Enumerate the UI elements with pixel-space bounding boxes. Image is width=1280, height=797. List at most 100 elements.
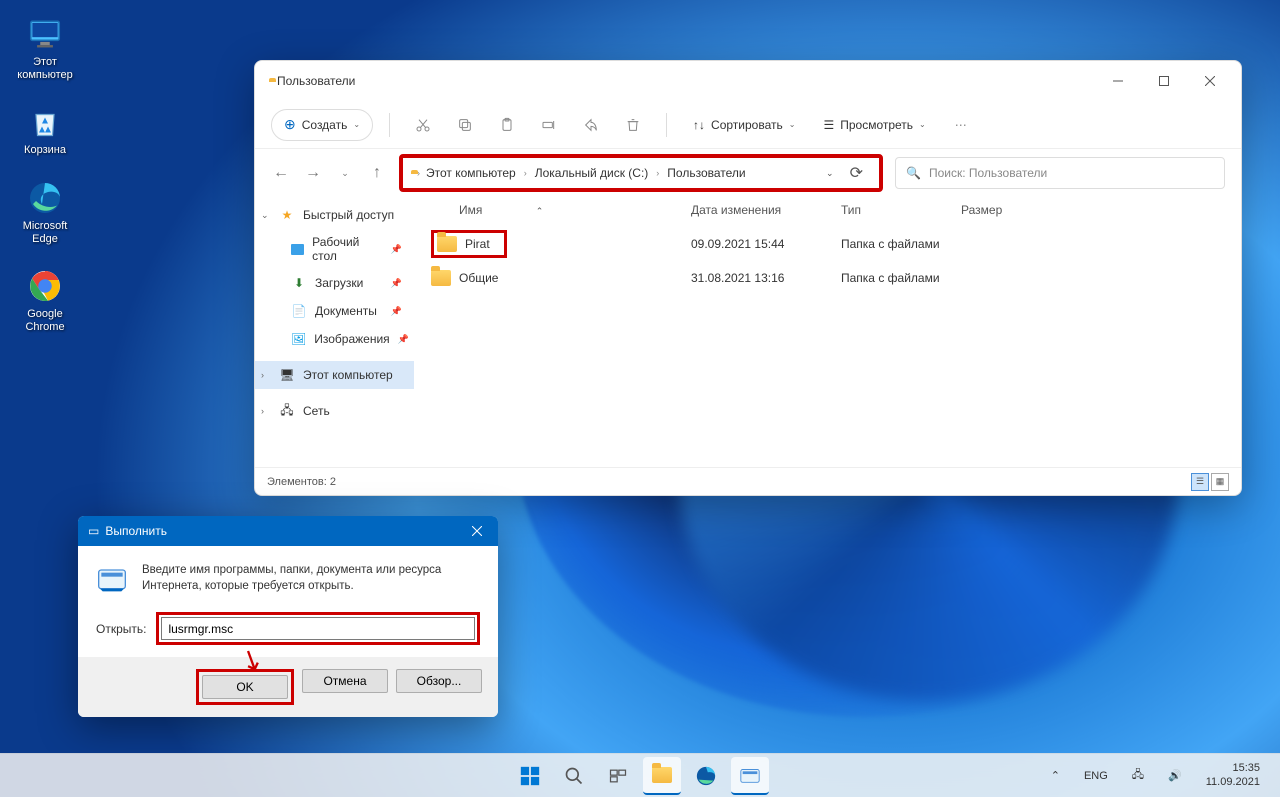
- tray-volume-icon[interactable]: 🔊: [1162, 765, 1188, 786]
- tray-network-icon[interactable]: 🖧: [1126, 762, 1150, 789]
- explorer-sidebar: ⌄ ★ Быстрый доступ Рабочий стол 📌 ⬇ Загр…: [255, 197, 415, 467]
- file-date: 31.08.2021 13:16: [691, 271, 841, 285]
- sidebar-label: Рабочий стол: [312, 235, 383, 263]
- document-icon: 📄: [291, 303, 307, 319]
- sidebar-item-desktop[interactable]: Рабочий стол 📌: [255, 229, 414, 269]
- sort-icon: ↑↓: [693, 118, 705, 132]
- run-icon: ▭: [88, 524, 99, 538]
- sidebar-this-pc[interactable]: › 🖥 Этот компьютер: [255, 361, 414, 389]
- minimize-button[interactable]: [1095, 65, 1141, 97]
- sidebar-label: Быстрый доступ: [303, 208, 394, 222]
- file-name: Pirat: [465, 237, 490, 251]
- browse-button[interactable]: Обзор...: [396, 669, 482, 693]
- view-icons-button[interactable]: ▦: [1211, 473, 1229, 491]
- sidebar-network[interactable]: › 🖧 Сеть: [255, 397, 414, 425]
- new-button[interactable]: ⊕ Создать ⌄: [271, 109, 373, 141]
- up-button[interactable]: ↑: [367, 163, 387, 183]
- taskbar-search[interactable]: [555, 757, 593, 795]
- cut-button[interactable]: [406, 108, 440, 142]
- recent-dropdown[interactable]: ⌄: [335, 163, 355, 183]
- file-type: Папка с файлами: [841, 271, 961, 285]
- maximize-button[interactable]: [1141, 65, 1187, 97]
- run-titlebar[interactable]: ▭ Выполнить: [78, 516, 498, 546]
- delete-button[interactable]: [616, 108, 650, 142]
- taskbar-edge[interactable]: [687, 757, 725, 795]
- window-title: Пользователи: [277, 74, 1095, 88]
- pin-icon: 📌: [391, 278, 402, 289]
- taskbar-explorer[interactable]: [643, 757, 681, 795]
- tray-clock[interactable]: 15:35 11.09.2021: [1200, 758, 1266, 792]
- sidebar-item-documents[interactable]: 📄 Документы 📌: [255, 297, 414, 325]
- column-date[interactable]: Дата изменения: [691, 203, 841, 217]
- back-button[interactable]: ←: [271, 163, 291, 183]
- desktop-icon-recycle-bin[interactable]: Корзина: [10, 98, 80, 161]
- plus-icon: ⊕: [284, 116, 296, 133]
- column-size[interactable]: Размер: [961, 203, 1041, 217]
- view-details-button[interactable]: ☰: [1191, 473, 1209, 491]
- start-button[interactable]: [511, 757, 549, 795]
- desktop-icon-label: Этот компьютер: [14, 56, 76, 82]
- breadcrumb[interactable]: Этот компьютер › Локальный диск (C:) › П…: [420, 162, 818, 184]
- desktop-icons: Этот компьютер Корзина Microsoft Edge Go…: [10, 10, 80, 338]
- desktop-icon-edge[interactable]: Microsoft Edge: [10, 174, 80, 250]
- search-input[interactable]: 🔍 Поиск: Пользователи: [895, 157, 1225, 189]
- desktop-icon: [291, 244, 304, 255]
- sort-button[interactable]: ↑↓ Сортировать ⌄: [683, 112, 805, 138]
- taskbar: ⌃ ENG 🖧 🔊 15:35 11.09.2021: [0, 753, 1280, 797]
- network-icon: 🖧: [279, 403, 295, 419]
- breadcrumb-dropdown[interactable]: ⌄: [818, 168, 842, 179]
- close-button[interactable]: [462, 519, 492, 543]
- download-icon: ⬇: [291, 275, 307, 291]
- cancel-button[interactable]: Отмена: [302, 669, 388, 693]
- system-tray: ⌃ ENG 🖧 🔊 15:35 11.09.2021: [1045, 758, 1280, 792]
- column-type[interactable]: Тип: [841, 203, 961, 217]
- sidebar-quick-access[interactable]: ⌄ ★ Быстрый доступ: [255, 201, 414, 229]
- ok-button[interactable]: OK: [202, 675, 288, 699]
- taskbar-run[interactable]: [731, 757, 769, 795]
- run-input[interactable]: [161, 617, 475, 640]
- desktop-icon-this-pc[interactable]: Этот компьютер: [10, 10, 80, 86]
- taskbar-taskview[interactable]: [599, 757, 637, 795]
- file-name: Общие: [459, 271, 498, 285]
- sidebar-item-pictures[interactable]: 🖼 Изображения 📌: [255, 325, 414, 353]
- forward-button[interactable]: →: [303, 163, 323, 183]
- tray-chevron[interactable]: ⌃: [1045, 765, 1066, 786]
- breadcrumb-item[interactable]: Этот компьютер: [420, 162, 522, 184]
- sidebar-label: Загрузки: [315, 276, 363, 290]
- sidebar-label: Сеть: [303, 404, 330, 418]
- sort-label: Сортировать: [711, 118, 783, 132]
- folder-icon: [652, 767, 672, 783]
- breadcrumb-item[interactable]: Локальный диск (C:): [529, 162, 655, 184]
- view-button[interactable]: ☰ Просмотреть ⌄: [813, 112, 935, 138]
- pin-icon: 📌: [391, 244, 402, 255]
- status-text: Элементов: 2: [267, 476, 336, 488]
- more-button[interactable]: ⋯: [944, 108, 978, 142]
- chrome-icon: [25, 266, 65, 306]
- desktop-icon-chrome[interactable]: Google Chrome: [10, 262, 80, 338]
- edge-icon: [25, 178, 65, 218]
- chevron-right-icon: ›: [261, 406, 264, 416]
- breadcrumb-item[interactable]: Пользователи: [661, 162, 751, 184]
- tray-language[interactable]: ENG: [1078, 766, 1114, 786]
- explorer-titlebar[interactable]: Пользователи: [255, 61, 1241, 101]
- share-button[interactable]: [574, 108, 608, 142]
- file-row[interactable]: Общие 31.08.2021 13:16 Папка с файлами: [415, 264, 1241, 292]
- copy-button[interactable]: [448, 108, 482, 142]
- highlighted-file: Pirat: [431, 230, 507, 258]
- rename-button[interactable]: [532, 108, 566, 142]
- monitor-icon: [25, 14, 65, 54]
- refresh-button[interactable]: ⟳: [842, 163, 871, 183]
- file-row[interactable]: Pirat 09.09.2021 15:44 Папка с файлами: [415, 224, 1241, 264]
- close-button[interactable]: [1187, 65, 1233, 97]
- chevron-right-icon: ›: [524, 168, 527, 178]
- paste-button[interactable]: [490, 108, 524, 142]
- view-label: Просмотреть: [840, 118, 913, 132]
- column-name[interactable]: Имя ⌃: [431, 203, 691, 217]
- sidebar-item-downloads[interactable]: ⬇ Загрузки 📌: [255, 269, 414, 297]
- pin-icon: 📌: [391, 306, 402, 317]
- separator: [666, 113, 667, 137]
- chevron-down-icon: ⌄: [353, 120, 360, 129]
- sidebar-label: Документы: [315, 304, 377, 318]
- file-type: Папка с файлами: [841, 237, 961, 251]
- desktop-icon-label: Корзина: [24, 144, 66, 157]
